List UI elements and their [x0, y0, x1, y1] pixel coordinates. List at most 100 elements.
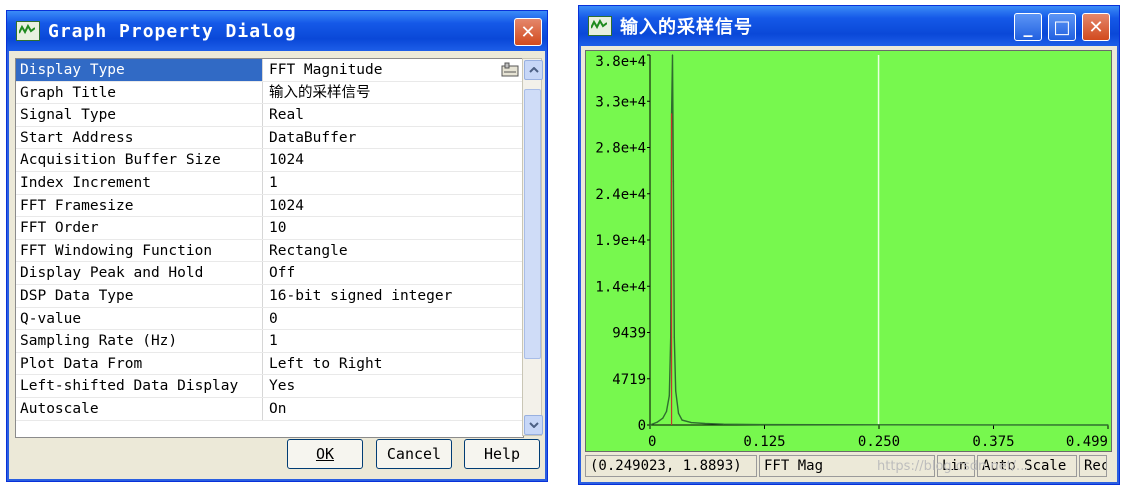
property-value[interactable]: Real	[263, 104, 523, 126]
property-value-text: DataBuffer	[269, 129, 357, 146]
dropdown-browse-icon[interactable]	[501, 62, 519, 77]
cancel-button[interactable]: Cancel	[376, 439, 452, 469]
cancel-button-label: Cancel	[386, 445, 442, 463]
property-value[interactable]: 1	[263, 330, 523, 352]
property-value[interactable]: Yes	[263, 375, 523, 397]
property-row[interactable]: FFT Framesize 1024	[16, 194, 523, 218]
data-point	[677, 412, 680, 414]
y-tick-label: 2.4e+4	[595, 187, 646, 203]
property-value-text: 10	[269, 220, 287, 237]
maximize-button[interactable]: □	[1048, 13, 1076, 41]
property-value-text: 1024	[269, 197, 304, 214]
property-value[interactable]: Rectangle	[263, 240, 523, 262]
close-icon: ✕	[1088, 16, 1104, 38]
property-value[interactable]: 16-bit signed integer	[263, 285, 523, 307]
property-row[interactable]: Q-value 0	[16, 307, 523, 331]
property-row[interactable]: FFT Order 10	[16, 217, 523, 240]
property-name: DSP Data Type	[16, 285, 263, 307]
property-name: Index Increment	[16, 172, 263, 194]
graph-close-button[interactable]: ✕	[1082, 13, 1110, 41]
property-value[interactable]: Left to Right	[263, 353, 523, 375]
help-button[interactable]: Help	[464, 439, 540, 469]
y-tick-label: 2.8e+4	[595, 141, 646, 157]
fft-plot[interactable]: 0 4719 9439 1.4e+4 1.9e+4 2.4e+4 2.8e+4 3.3e+4 3…	[586, 51, 1111, 451]
property-value[interactable]: DataBuffer	[263, 127, 523, 149]
watermark: https://blog.csdn.net/...	[877, 459, 1029, 474]
property-name: Start Address	[16, 126, 263, 149]
dialog-titlebar[interactable]: Graph Property Dialog ✕	[7, 11, 547, 51]
dialog-title: Graph Property Dialog	[48, 20, 297, 42]
minimize-button[interactable]: _	[1014, 13, 1042, 41]
property-grid-scrollbar[interactable]	[522, 58, 543, 436]
property-name: FFT Order	[16, 217, 263, 239]
maximize-icon: □	[1053, 16, 1071, 38]
y-tick-label: 9439	[612, 326, 646, 342]
property-row[interactable]: Sampling Rate (Hz) 1	[16, 330, 523, 353]
property-row[interactable]: Acquisition Buffer Size 1024	[16, 149, 523, 172]
data-point	[649, 424, 651, 426]
property-value[interactable]: On	[263, 398, 523, 420]
graph-window-titlebar[interactable]: 输入的采样信号 _ □ ✕	[579, 6, 1119, 46]
property-row[interactable]: FFT Windowing Function Rectangle	[16, 239, 523, 263]
property-value[interactable]: 1	[263, 172, 523, 194]
chevron-down-icon	[528, 422, 539, 428]
property-row[interactable]: Signal Type Real	[16, 104, 523, 127]
data-point	[671, 54, 674, 56]
property-value-text: Yes	[269, 378, 296, 395]
property-row[interactable]: Index Increment 1	[16, 172, 523, 195]
property-name: Graph Title	[16, 81, 263, 104]
data-point	[665, 410, 668, 412]
property-grid[interactable]: Display Type FFT Magnitude Graph Title 输入的采…	[15, 58, 524, 438]
property-row[interactable]: Graph Title 输入的采样信号	[16, 81, 523, 105]
graph-window: 输入的采样信号 _ □ ✕ 0 4719 9439 1.4e+4 1.9e+4 2.4e+…	[578, 5, 1120, 485]
plot-area[interactable]: 0 4719 9439 1.4e+4 1.9e+4 2.4e+4 2.8e+4 3.3e+4 3…	[585, 50, 1112, 452]
property-value[interactable]: Off	[263, 262, 523, 284]
x-tick-label: 0	[648, 434, 656, 450]
close-icon: ✕	[520, 21, 536, 43]
graph-app-icon	[588, 16, 612, 36]
ok-button[interactable]: OK	[287, 439, 363, 469]
scroll-thumb[interactable]	[524, 89, 541, 359]
y-tick-label: 1.4e+4	[595, 279, 646, 295]
property-value-text: 输入的采样信号	[269, 84, 371, 101]
property-name: Display Peak and Hold	[16, 262, 263, 284]
property-value-text: FFT Magnitude	[269, 62, 383, 78]
data-point	[673, 336, 675, 338]
property-value[interactable]: 10	[263, 217, 523, 239]
property-row[interactable]: Display Type FFT Magnitude	[16, 59, 523, 82]
data-point	[722, 423, 725, 425]
scroll-up-button[interactable]	[524, 60, 543, 80]
x-tick-label: 0.499	[1066, 434, 1108, 450]
property-value-text: Rectangle	[269, 242, 348, 259]
property-name: FFT Framesize	[16, 194, 263, 217]
y-tick-label: 1.9e+4	[595, 233, 646, 249]
y-tick-label: 4719	[612, 372, 646, 388]
property-value-text: Off	[269, 265, 296, 282]
property-row[interactable]: Start Address DataBuffer	[16, 126, 523, 150]
property-value[interactable]: FFT Magnitude	[263, 59, 523, 81]
property-value[interactable]: 0	[263, 308, 523, 330]
chevron-up-icon	[528, 67, 539, 73]
data-point	[878, 424, 881, 426]
property-row[interactable]: Autoscale On	[16, 398, 523, 421]
property-name: Sampling Rate (Hz)	[16, 330, 263, 352]
property-row[interactable]: Display Peak and Hold Off	[16, 262, 523, 285]
property-value[interactable]: 1024	[263, 195, 523, 217]
dialog-close-button[interactable]: ✕	[514, 18, 542, 46]
property-row[interactable]: Left-shifted Data Display Yes	[16, 375, 523, 398]
scroll-down-button[interactable]	[524, 415, 543, 435]
ok-button-label: OK	[315, 445, 335, 463]
property-row[interactable]: Plot Data From Left to Right	[16, 352, 523, 376]
property-value[interactable]: 输入的采样信号	[263, 82, 523, 104]
help-button-label: Help	[483, 445, 521, 463]
data-point	[704, 422, 706, 425]
x-tick-label: 0.250	[858, 434, 900, 450]
property-value-text: 1024	[269, 152, 304, 169]
property-value-text: 1	[269, 175, 278, 191]
data-point	[993, 424, 995, 426]
graph-window-title: 输入的采样信号	[620, 17, 753, 38]
property-row[interactable]: DSP Data Type 16-bit signed integer	[16, 285, 523, 308]
property-value[interactable]: 1024	[263, 149, 523, 171]
y-tick-label: 3.8e+4	[595, 54, 646, 70]
graph-app-icon	[16, 21, 40, 41]
